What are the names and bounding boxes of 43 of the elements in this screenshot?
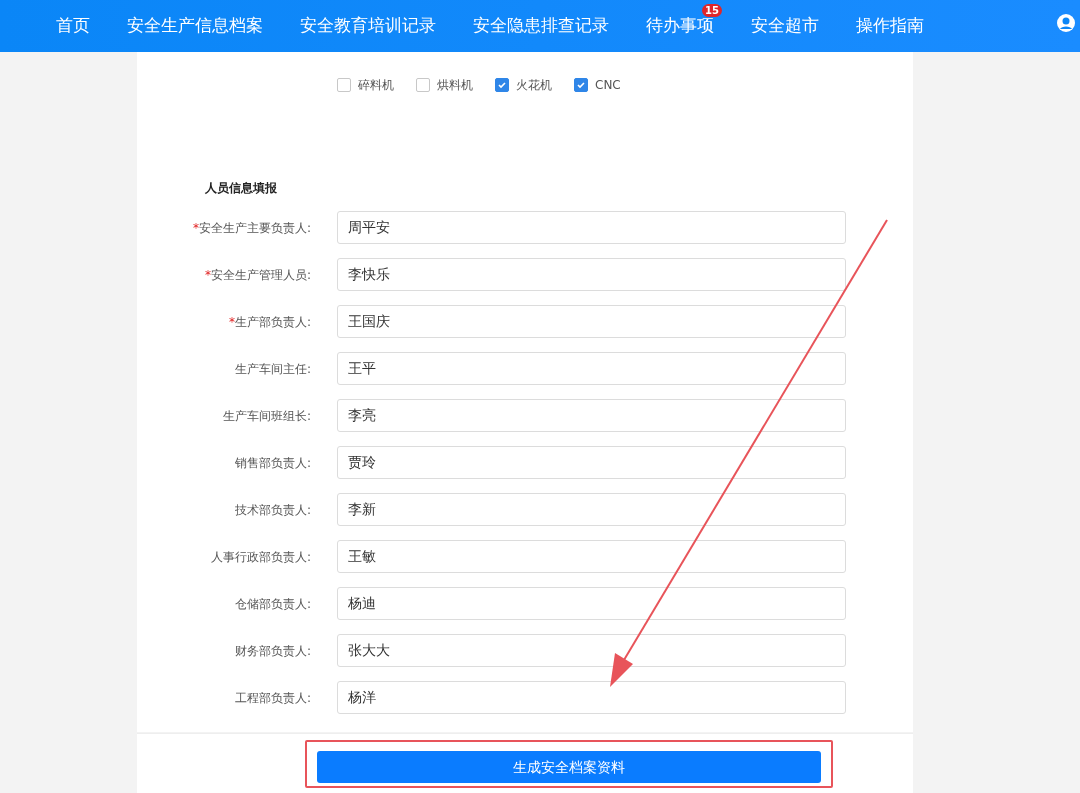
nav-link[interactable]: 安全生产信息档案: [127, 15, 263, 36]
input-field[interactable]: 王平: [337, 352, 846, 385]
checkbox[interactable]: [574, 78, 588, 92]
nav-link[interactable]: 首页: [56, 15, 90, 36]
checkbox[interactable]: [495, 78, 509, 92]
field-label: 安全生产主要负责人:: [198, 220, 311, 235]
required-mark: *: [204, 267, 211, 282]
field-label: 财务部负责人:: [234, 643, 311, 658]
user-icon[interactable]: [1056, 13, 1076, 33]
nav-link[interactable]: 安全隐患排查记录: [473, 15, 609, 36]
field-label: 安全生产管理人员:: [210, 267, 311, 282]
field-label: 人事行政部负责人:: [210, 549, 311, 564]
field-label: 销售部负责人:: [234, 455, 311, 470]
required-mark: *: [228, 314, 235, 329]
input-field[interactable]: 李快乐: [337, 258, 846, 291]
input-field[interactable]: 李亮: [337, 399, 846, 432]
input-field[interactable]: 贾玲: [337, 446, 846, 479]
field-label: 生产车间主任:: [234, 361, 311, 376]
nav-link[interactable]: 安全教育培训记录: [300, 15, 436, 36]
generate-button[interactable]: 生成安全档案资料: [317, 751, 821, 783]
input-field[interactable]: 李新: [337, 493, 846, 526]
checkbox-label: 烘料机: [437, 77, 473, 94]
check-icon: [576, 80, 586, 90]
input-field[interactable]: 杨洋: [337, 681, 846, 714]
field-label: 生产部负责人:: [234, 314, 311, 329]
checkbox-label: 碎料机: [358, 77, 394, 94]
input-field[interactable]: 王国庆: [337, 305, 846, 338]
field-label: 仓储部负责人:: [234, 596, 311, 611]
input-field[interactable]: 周平安: [337, 211, 846, 244]
checkbox-label: 火花机: [516, 77, 552, 94]
checkbox-label: CNC: [595, 77, 621, 94]
required-mark: *: [192, 220, 199, 235]
input-field[interactable]: 王敏: [337, 540, 846, 573]
check-icon: [497, 80, 507, 90]
checkbox[interactable]: [416, 78, 430, 92]
input-field[interactable]: 张大大: [337, 634, 846, 667]
field-label: 工程部负责人:: [234, 690, 311, 705]
field-label: 技术部负责人:: [234, 502, 311, 517]
section-title: 人员信息填报: [204, 180, 278, 197]
input-field[interactable]: 杨迪: [337, 587, 846, 620]
field-label: 生产车间班组长:: [222, 408, 311, 423]
checkbox[interactable]: [337, 78, 351, 92]
count-badge: 15: [702, 4, 722, 18]
